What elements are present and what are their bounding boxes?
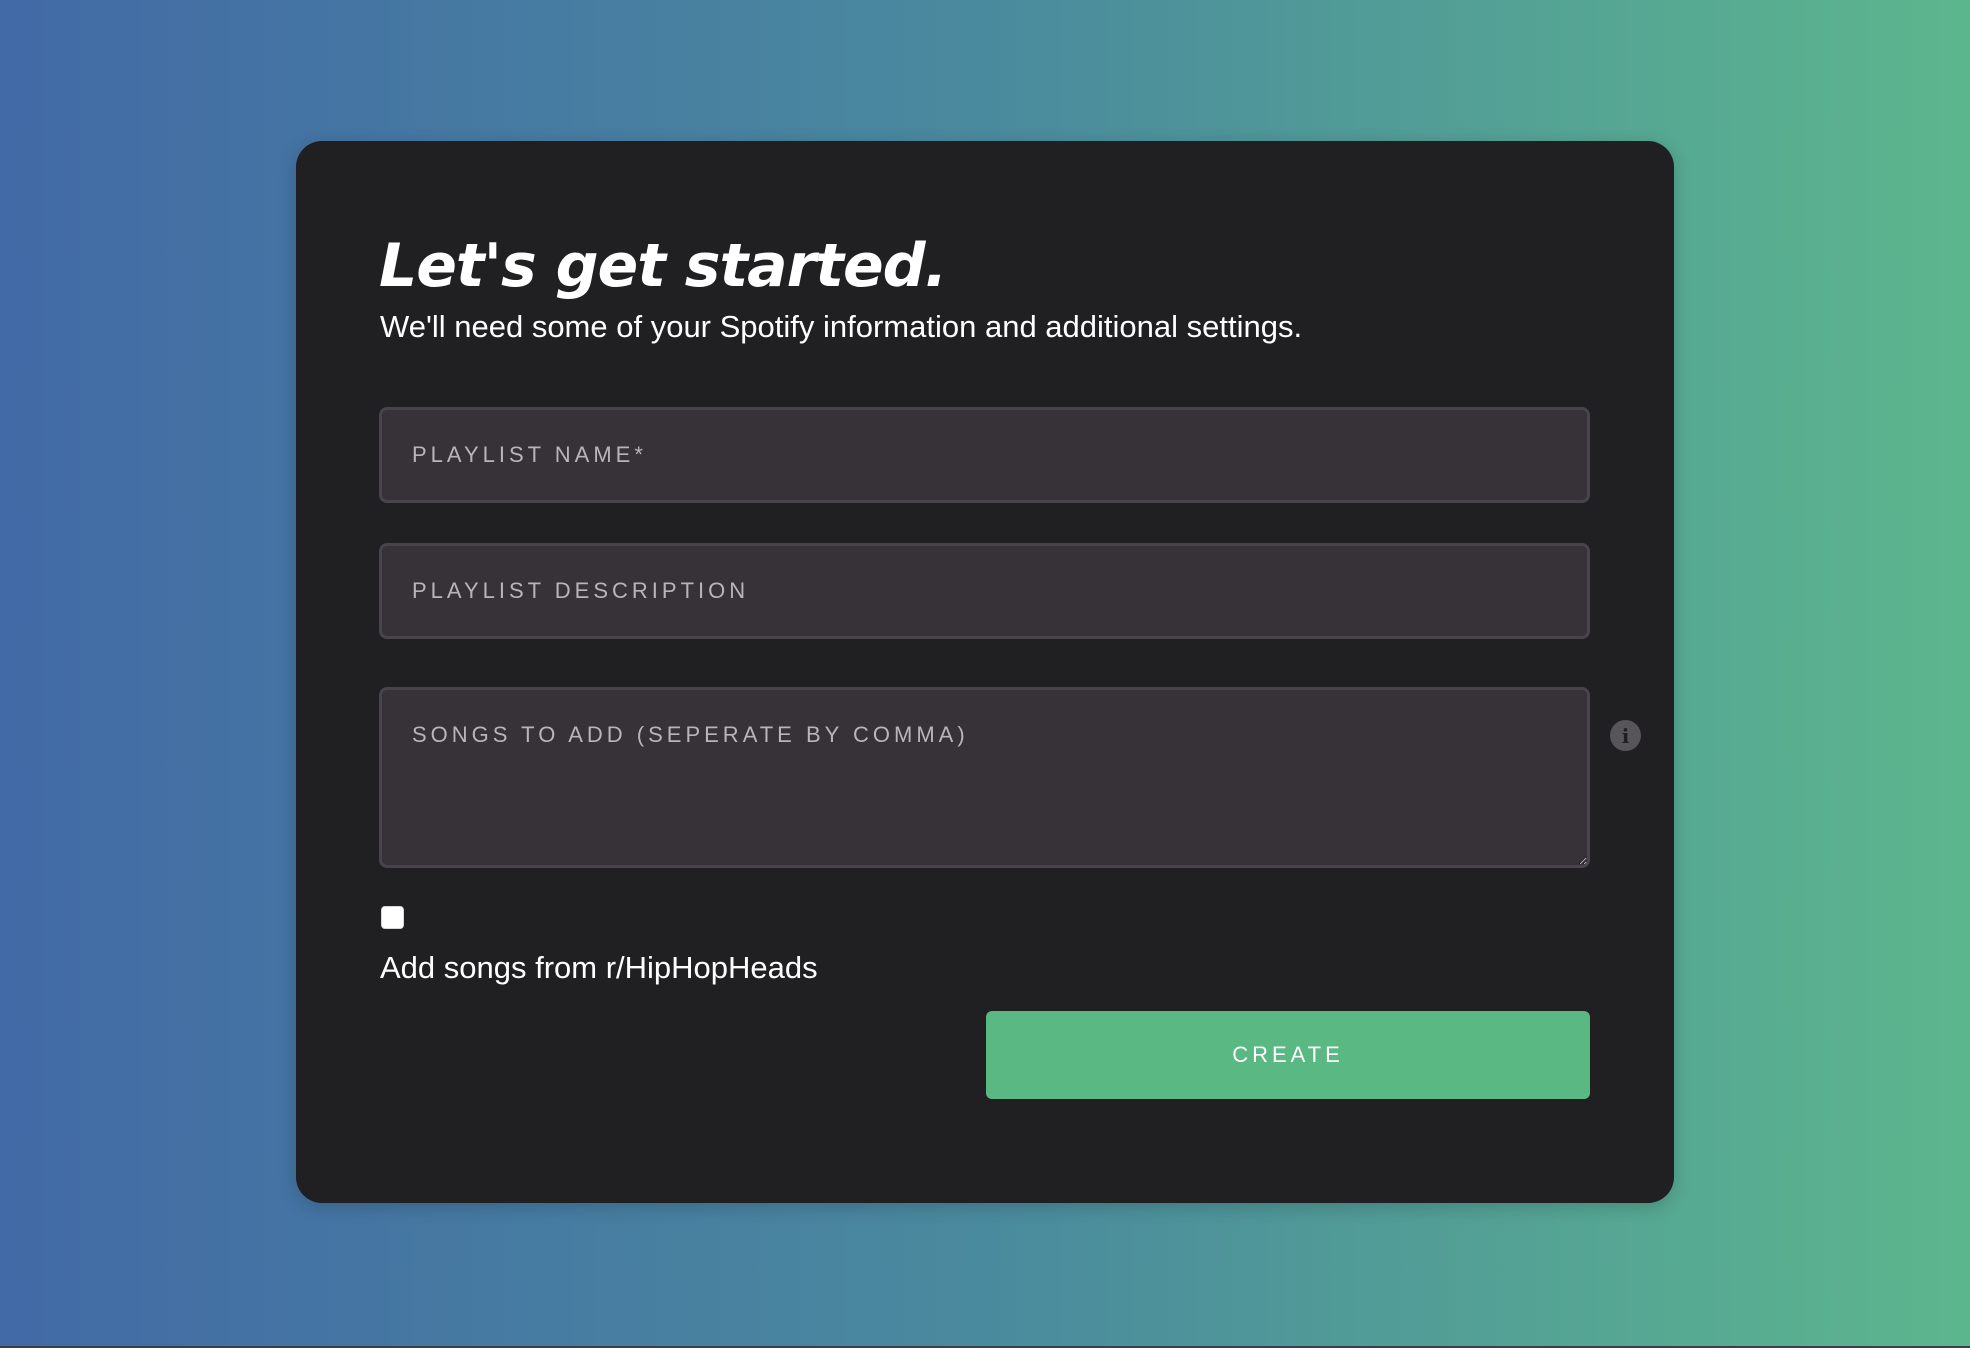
info-icon[interactable]: i	[1610, 720, 1641, 751]
playlist-description-input[interactable]	[379, 543, 1590, 639]
playlist-name-input[interactable]	[379, 407, 1590, 503]
page-subtitle: We'll need some of your Spotify informat…	[380, 309, 1303, 344]
hiphopheads-checkbox-label: Add songs from r/HipHopHeads	[380, 950, 818, 985]
hiphopheads-checkbox[interactable]	[381, 906, 404, 929]
create-button[interactable]: CREATE	[986, 1011, 1590, 1099]
page-title: Let's get started.	[379, 231, 947, 301]
songs-to-add-textarea[interactable]	[379, 687, 1590, 868]
form-card: Let's get started. We'll need some of yo…	[296, 141, 1674, 1203]
